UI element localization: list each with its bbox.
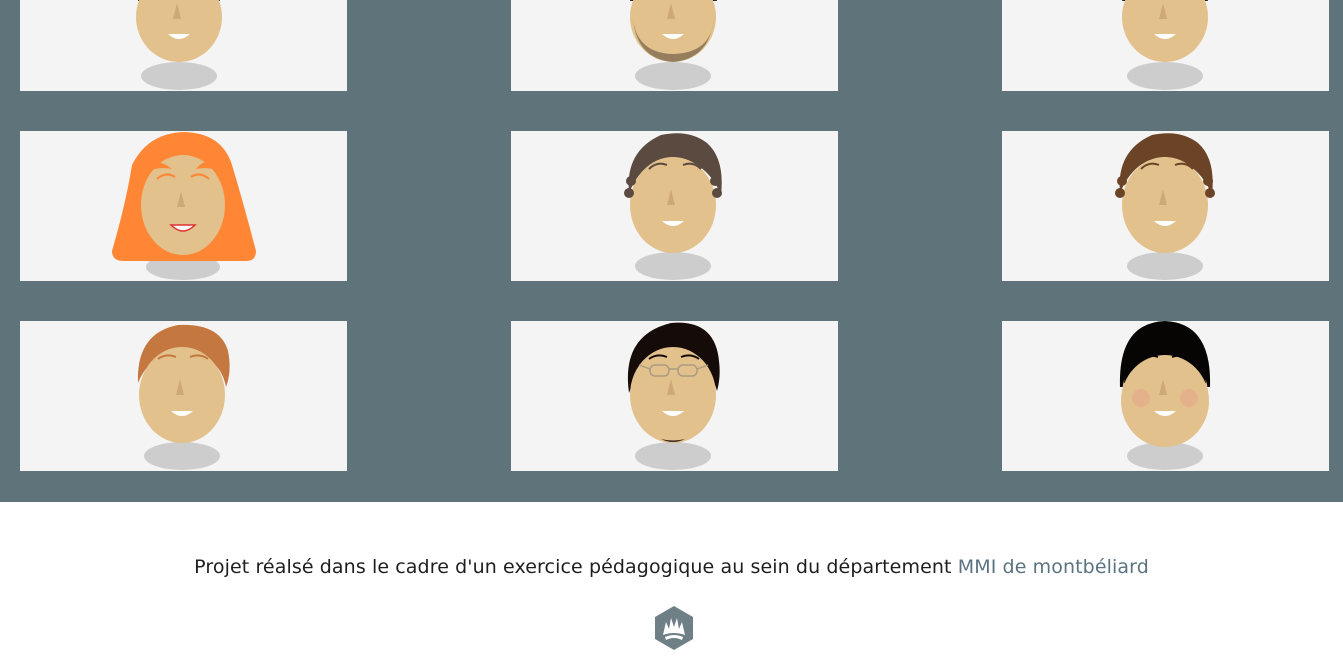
avatar-card-1[interactable] <box>20 0 347 91</box>
avatar-card-2[interactable] <box>511 0 838 91</box>
mmi-hexagon-logo-icon[interactable] <box>654 605 694 651</box>
avatar-card-3[interactable] <box>1002 0 1329 91</box>
footer-credit-text: Projet réalsé dans le cadre d'un exercic… <box>194 556 952 578</box>
avatar-face <box>136 0 222 62</box>
footer: Projet réalsé dans le cadre d'un exercic… <box>0 502 1343 657</box>
avatar-shadow <box>141 62 217 90</box>
mmi-link[interactable]: MMI de montbéliard <box>958 556 1149 578</box>
avatar-card-6[interactable] <box>1002 131 1329 281</box>
avatar-card-7[interactable] <box>20 321 347 471</box>
avatar-grid <box>0 0 1343 502</box>
avatar-card-4[interactable] <box>20 131 347 281</box>
footer-credit: Projet réalsé dans le cadre d'un exercic… <box>0 556 1343 578</box>
avatar-card-8[interactable] <box>511 321 838 471</box>
avatar-card-9[interactable] <box>1002 321 1329 471</box>
avatar-card-5[interactable] <box>511 131 838 281</box>
